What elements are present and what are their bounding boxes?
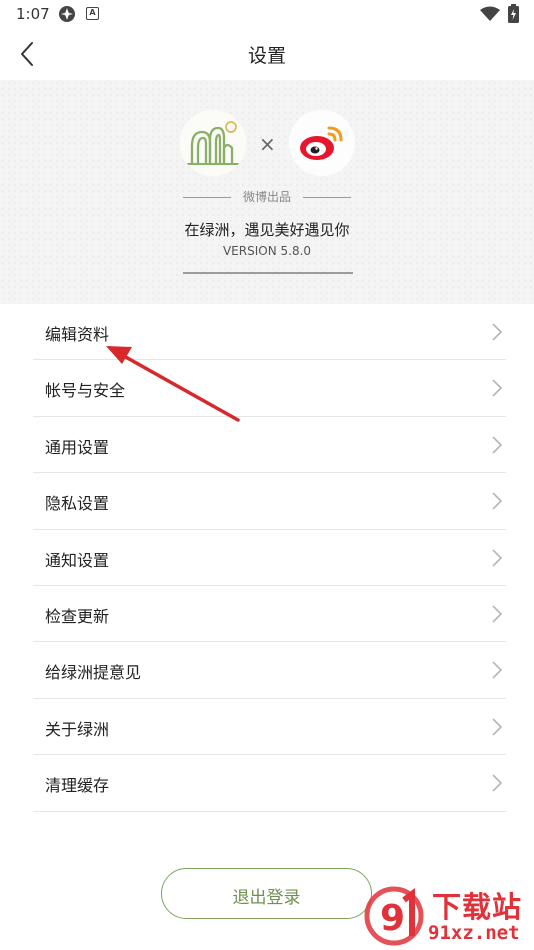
- watermark: 9 下载站 91xz.net: [364, 884, 532, 948]
- menu-item-check-update[interactable]: 检查更新: [33, 586, 506, 643]
- chevron-right-icon: [492, 436, 503, 454]
- menu-item-notification-settings[interactable]: 通知设置: [33, 530, 506, 586]
- chevron-right-icon: [492, 774, 503, 792]
- menu-item-label: 隐私设置: [45, 494, 110, 514]
- vpn-icon: [59, 6, 75, 22]
- logout-button[interactable]: 退出登录: [161, 868, 372, 919]
- weibo-logo: [289, 110, 355, 176]
- menu-item-about[interactable]: 关于绿洲: [33, 699, 506, 756]
- settings-menu: 编辑资料 帐号与安全 通用设置 隐私设置 通知设置 检查更新 给绿洲提意见 关于…: [0, 304, 534, 812]
- menu-item-label: 通知设置: [45, 550, 110, 570]
- watermark-title: 下载站: [432, 890, 523, 924]
- svg-text:9: 9: [380, 898, 405, 939]
- chevron-right-icon: [492, 379, 503, 397]
- menu-item-feedback[interactable]: 给绿洲提意见: [33, 642, 506, 699]
- menu-item-clear-cache[interactable]: 清理缓存: [33, 755, 506, 812]
- menu-item-account-security[interactable]: 帐号与安全: [33, 360, 506, 417]
- menu-item-general-settings[interactable]: 通用设置: [33, 417, 506, 474]
- menu-item-label: 通用设置: [45, 437, 110, 457]
- battery-icon: [508, 4, 519, 23]
- about-banner: × 微博出品 在绿洲，遇见美好遇见你 VERSION 5.8.0: [0, 80, 534, 304]
- menu-item-label: 编辑资料: [45, 325, 110, 344]
- menu-item-label: 给绿洲提意见: [45, 663, 142, 683]
- wifi-icon: [480, 6, 500, 21]
- page-title: 设置: [247, 45, 286, 67]
- times-sign: ×: [259, 132, 276, 156]
- produced-by-row: 微博出品: [183, 188, 351, 208]
- divider-right: [303, 197, 351, 198]
- chevron-right-icon: [492, 492, 503, 510]
- notification-icon: A: [86, 7, 99, 20]
- chevron-right-icon: [492, 323, 503, 341]
- oasis-logo-icon: [180, 110, 246, 176]
- chevron-right-icon: [492, 661, 503, 679]
- oasis-logo: [180, 110, 246, 176]
- hero-divider: [183, 272, 353, 274]
- watermark-url: 91xz.net: [428, 922, 520, 944]
- menu-item-edit-profile[interactable]: 编辑资料: [33, 304, 506, 361]
- chevron-right-icon: [492, 718, 503, 736]
- logout-label: 退出登录: [232, 888, 301, 908]
- status-bar: 1:07 A: [0, 0, 534, 28]
- version-text: VERSION 5.8.0: [222, 244, 312, 258]
- slogan-text: 在绿洲，遇见美好遇见你: [184, 221, 350, 239]
- header-bar: 设置: [0, 28, 534, 80]
- menu-item-label: 关于绿洲: [45, 719, 110, 739]
- menu-item-label: 检查更新: [45, 606, 110, 626]
- weibo-logo-icon: [289, 110, 355, 176]
- chevron-right-icon: [492, 605, 503, 623]
- watermark-logo-icon: 9: [364, 886, 424, 946]
- menu-item-label: 帐号与安全: [45, 381, 126, 401]
- menu-item-privacy-settings[interactable]: 隐私设置: [33, 473, 506, 530]
- chevron-right-icon: [492, 548, 503, 567]
- status-time: 1:07: [16, 5, 50, 23]
- menu-item-label: 清理缓存: [45, 776, 110, 796]
